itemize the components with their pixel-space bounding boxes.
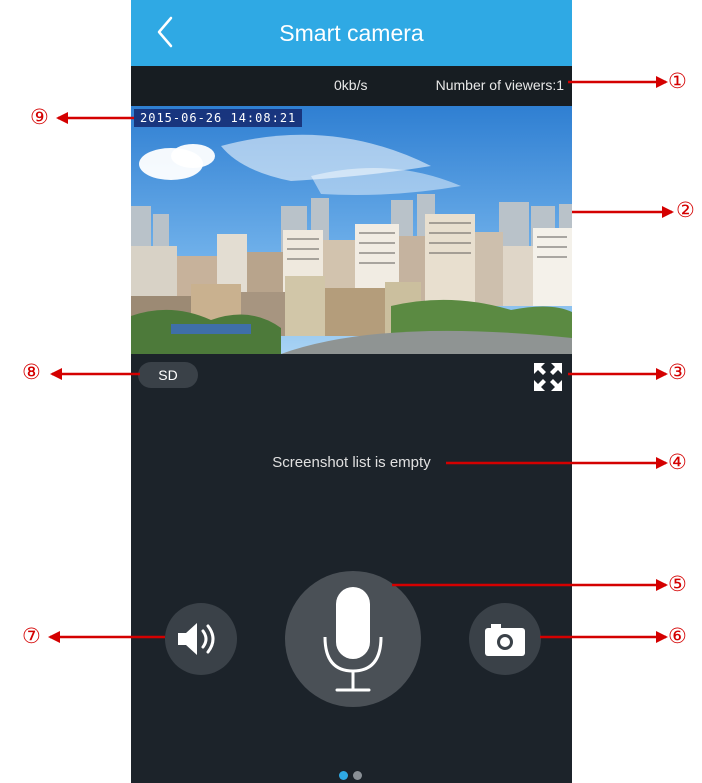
callout-9: ⑨ <box>30 105 49 129</box>
callout-4: ④ <box>668 450 687 474</box>
annotation-arrows <box>48 76 674 643</box>
callout-2: ② <box>676 198 695 222</box>
callout-1: ① <box>668 69 687 93</box>
callout-6: ⑥ <box>668 624 687 648</box>
callout-3: ③ <box>668 360 687 384</box>
callout-5: ⑤ <box>668 572 687 596</box>
callout-7: ⑦ <box>22 624 41 648</box>
callout-8: ⑧ <box>22 360 41 384</box>
